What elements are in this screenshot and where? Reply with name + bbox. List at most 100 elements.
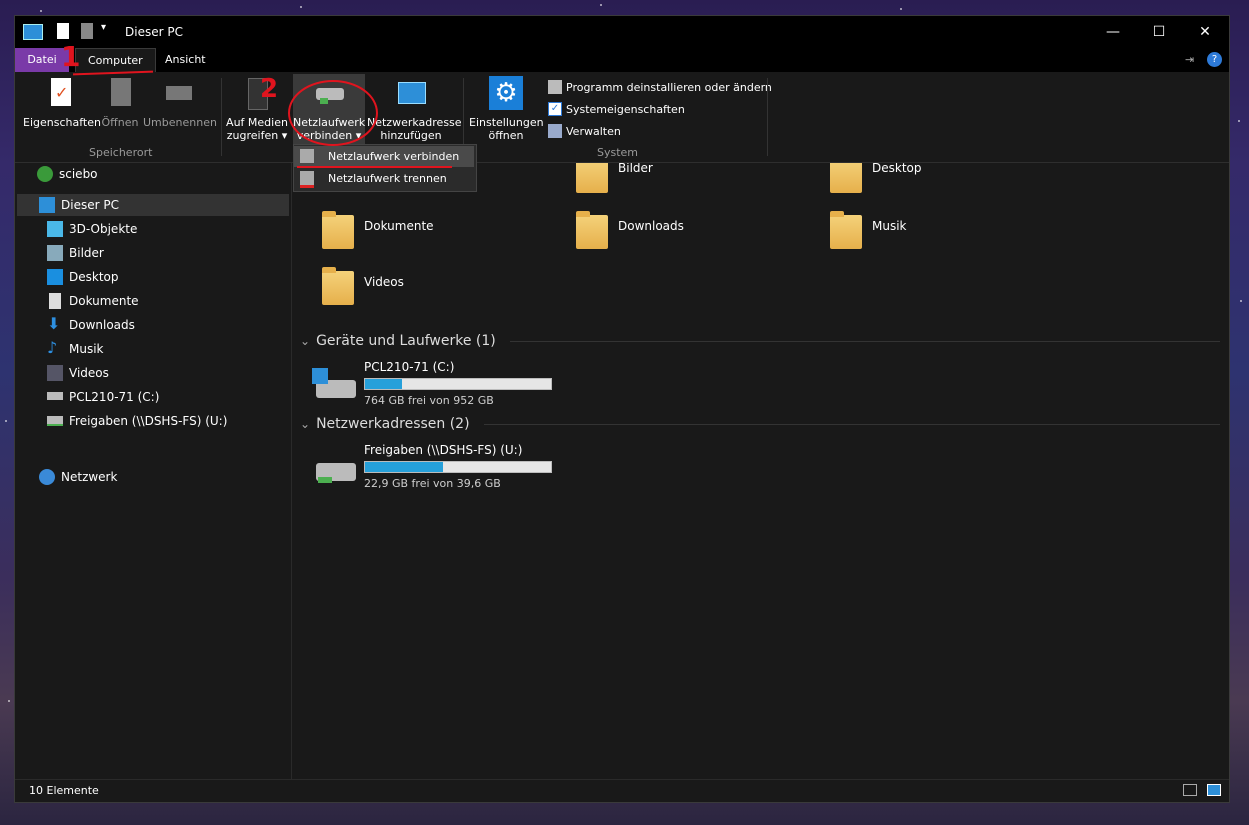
nav-item-musik[interactable]: ♪ Musik <box>47 338 104 360</box>
annotation-circle <box>288 80 378 146</box>
ribbon: ✓ Eigenschaften Öffnen Umbenennen Speich… <box>15 72 1229 163</box>
open-settings-button[interactable]: ⚙ Einstellungen öffnen <box>469 76 544 142</box>
network-drive-icon <box>312 447 358 487</box>
system-drive-icon <box>312 364 358 404</box>
nav-item-videos[interactable]: Videos <box>47 362 109 384</box>
disconnect-drive-icon <box>300 171 314 188</box>
music-folder-icon <box>826 207 866 251</box>
nav-item-bilder[interactable]: Bilder <box>47 242 104 264</box>
network-icon <box>39 469 55 485</box>
annotation-number-2: 2 <box>260 74 279 104</box>
uninstall-program-button[interactable]: Programm deinstallieren oder ändern <box>548 80 772 94</box>
nav-item-drive-c[interactable]: PCL210-71 (C:) <box>47 386 159 408</box>
properties-icon: ✓ <box>43 76 77 110</box>
folder-downloads[interactable]: Downloads <box>572 207 812 257</box>
folder-videos[interactable]: Videos <box>318 263 558 313</box>
drive-icon <box>47 392 63 400</box>
checkbox-icon: ✓ <box>548 102 562 116</box>
film-icon <box>47 365 63 381</box>
explorer-window: ▾ Dieser PC — ☐ ✕ Datei Computer Ansicht… <box>14 15 1230 803</box>
separator <box>767 78 768 156</box>
usage-fill <box>365 462 444 472</box>
group-label-system: System <box>597 146 639 159</box>
network-location-icon <box>394 76 428 110</box>
manage-icon <box>548 124 562 138</box>
new-folder-quick-icon[interactable] <box>81 23 93 39</box>
videos-folder-icon <box>318 263 358 307</box>
separator <box>221 78 222 156</box>
network-drive-icon <box>300 149 314 163</box>
folder-desktop[interactable]: Desktop <box>826 163 1066 201</box>
map-drive-dropdown: Netzlaufwerk verbinden Netzlaufwerk tren… <box>293 144 477 192</box>
chevron-down-icon: ⌄ <box>300 417 311 431</box>
nav-item-sciebo[interactable]: sciebo <box>37 163 98 185</box>
rename-icon <box>162 76 196 110</box>
rename-button[interactable]: Umbenennen <box>143 76 217 129</box>
tab-ansicht[interactable]: Ansicht <box>153 48 218 72</box>
help-icon[interactable]: ? <box>1207 52 1222 67</box>
close-button[interactable]: ✕ <box>1182 16 1228 48</box>
menu-item-connect-drive[interactable]: Netzlaufwerk verbinden <box>294 146 474 167</box>
desktop-folder-icon <box>826 163 866 195</box>
menu-item-disconnect-drive[interactable]: Netzlaufwerk trennen <box>294 168 474 189</box>
group-label-location: Speicherort <box>89 146 153 159</box>
manage-button[interactable]: Verwalten <box>548 124 621 138</box>
pictures-icon <box>47 245 63 261</box>
gear-icon: ⚙ <box>489 76 523 110</box>
section-devices[interactable]: ⌄ Geräte und Laufwerke (1) <box>300 333 1220 349</box>
pictures-folder-icon <box>572 163 612 195</box>
nav-item-3d-objekte[interactable]: 3D-Objekte <box>47 218 137 240</box>
details-view-icon[interactable] <box>1183 784 1197 796</box>
annotation-number-1: 1 <box>61 40 81 73</box>
add-network-location-button[interactable]: Netzwerkadresse hinzufügen <box>367 76 462 142</box>
nav-item-dokumente[interactable]: Dokumente <box>47 290 139 312</box>
folder-bilder[interactable]: Bilder <box>572 163 812 201</box>
nav-item-dieser-pc[interactable]: Dieser PC <box>17 194 289 216</box>
item-count: 10 Elemente <box>29 784 99 797</box>
drive-c-usage-bar <box>364 378 552 390</box>
nav-item-desktop[interactable]: Desktop <box>47 266 119 288</box>
chevron-down-icon: ⌄ <box>300 334 311 348</box>
drive-u-usage-bar <box>364 461 552 473</box>
navigation-pane: sciebo Dieser PC 3D-Objekte Bilder Deskt… <box>15 163 292 781</box>
content-pane: Bilder Desktop Dokumente Downloads Musik… <box>292 163 1229 781</box>
open-icon <box>103 76 137 110</box>
title-bar: ▾ Dieser PC — ☐ ✕ <box>15 16 1229 48</box>
folder-musik[interactable]: Musik <box>826 207 1066 257</box>
drive-u[interactable]: Freigaben (\\DSHS-FS) (U:) 22,9 GB frei … <box>312 443 572 493</box>
annotation-underline <box>297 166 452 168</box>
documents-folder-icon <box>318 207 358 251</box>
pin-ribbon-icon[interactable]: ⇥ <box>1185 53 1194 66</box>
maximize-button[interactable]: ☐ <box>1136 16 1182 48</box>
network-drive-icon <box>47 416 63 426</box>
downloads-folder-icon <box>572 207 612 251</box>
access-media-button[interactable]: Auf Medien zugreifen ▾ <box>225 76 289 142</box>
cube-icon <box>47 221 63 237</box>
desktop-icon <box>47 269 63 285</box>
music-note-icon: ♪ <box>47 338 58 357</box>
computer-icon <box>23 24 43 40</box>
computer-icon <box>39 197 55 213</box>
ribbon-tabs: Datei Computer Ansicht ⇥ ? <box>15 48 1229 72</box>
system-properties-button[interactable]: ✓ Systemeigenschaften <box>548 102 685 116</box>
tab-computer[interactable]: Computer <box>75 48 156 72</box>
tiles-view-icon[interactable] <box>1207 784 1221 796</box>
open-button[interactable]: Öffnen <box>97 76 143 129</box>
properties-button[interactable]: ✓ Eigenschaften <box>23 76 101 129</box>
nav-item-drive-u[interactable]: Freigaben (\\DSHS-FS) (U:) <box>47 410 227 432</box>
uninstall-icon <box>548 80 562 94</box>
nav-item-netzwerk[interactable]: Netzwerk <box>39 466 117 488</box>
nav-item-downloads[interactable]: ⬇ Downloads <box>47 314 135 336</box>
folder-dokumente[interactable]: Dokumente <box>318 207 558 257</box>
chevron-down-icon[interactable]: ▾ <box>101 22 106 33</box>
document-icon <box>49 293 61 309</box>
usage-fill <box>365 379 403 389</box>
status-bar: 10 Elemente <box>15 779 1229 802</box>
sciebo-icon <box>37 166 53 182</box>
section-network-locations[interactable]: ⌄ Netzwerkadressen (2) <box>300 416 1220 432</box>
properties-quick-icon[interactable] <box>57 23 69 39</box>
download-arrow-icon: ⬇ <box>47 314 61 333</box>
drive-c[interactable]: PCL210-71 (C:) 764 GB frei von 952 GB <box>312 360 572 410</box>
window-title: Dieser PC <box>125 25 183 39</box>
minimize-button[interactable]: — <box>1090 16 1136 48</box>
